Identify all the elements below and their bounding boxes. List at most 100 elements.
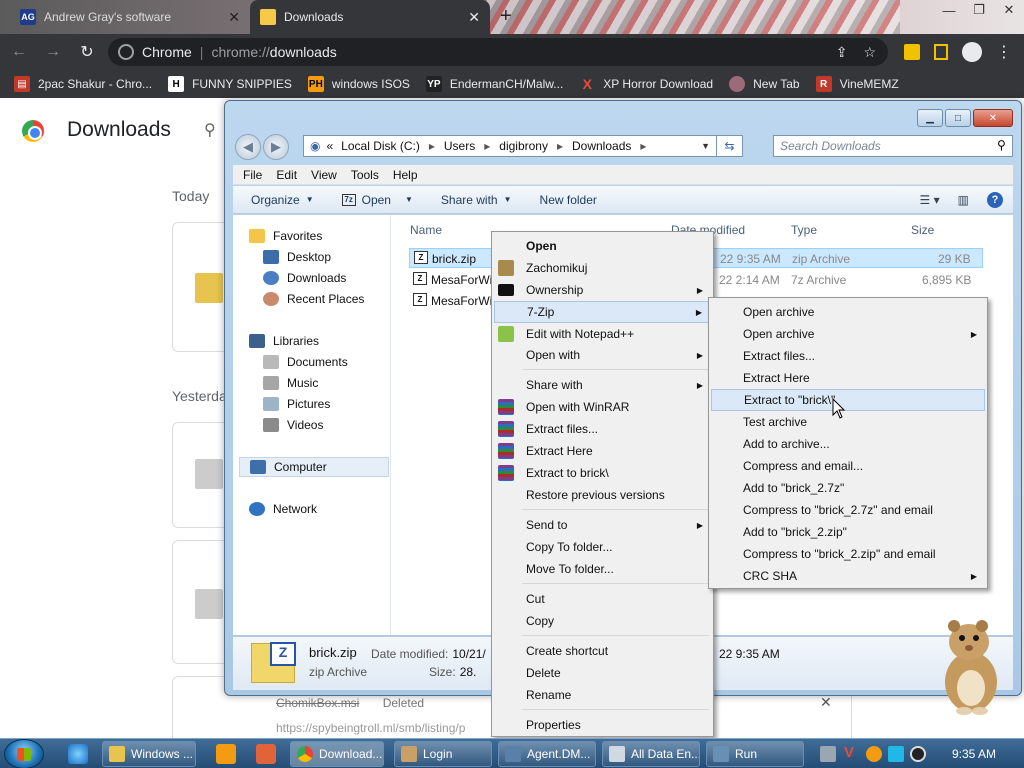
menu-item-share-with[interactable]: Share with ▶ [494,374,711,396]
refresh-icon[interactable]: ⇆ [716,136,742,156]
open-button[interactable]: 7z Open ▼ [341,193,413,207]
menu-help[interactable]: Help [393,168,418,182]
search-icon[interactable]: ⚲ [204,120,216,140]
close-icon[interactable]: ✕ [994,0,1024,20]
internet-explorer-icon[interactable] [68,744,88,764]
new-tab-icon[interactable]: + [500,5,512,28]
menu-edit[interactable]: Edit [276,168,297,182]
menu-item-ownership[interactable]: Ownership ▶ [494,279,711,301]
tray-record-icon[interactable] [910,746,926,762]
taskbar-all-data[interactable]: All Data En... [602,741,700,767]
menu-item-create-shortcut[interactable]: Create shortcut [494,640,711,662]
menu-item-winrar-extract-files[interactable]: Extract files... [494,418,711,440]
tab-close-icon[interactable]: ✕ [468,9,480,26]
nav-favorites[interactable]: Favorites [249,229,322,243]
nav-network[interactable]: Network [249,502,317,516]
minimize-icon[interactable]: ▁ [917,109,943,127]
nav-recent-places[interactable]: Recent Places [263,292,364,306]
column-header-size[interactable]: Size [911,223,934,237]
breadcrumb-downloads[interactable]: Downloads [572,139,631,153]
7z-open-archive[interactable]: Open archive [711,301,985,323]
nav-music[interactable]: Music [263,376,318,390]
back-arrow-icon[interactable]: ← [4,43,34,61]
menu-item-winrar-extract-here[interactable]: Extract Here [494,440,711,462]
nav-desktop[interactable]: Desktop [263,250,331,264]
new-folder-button[interactable]: New folder [540,193,597,207]
remove-download-icon[interactable]: ✕ [820,694,832,711]
help-icon[interactable]: ? [987,191,1003,208]
nav-pictures[interactable]: Pictures [263,397,330,411]
nav-videos[interactable]: Videos [263,418,323,432]
7z-extract-files[interactable]: Extract files... [711,345,985,367]
close-icon[interactable]: ✕ [973,109,1013,127]
menu-item-copy-to-folder[interactable]: Copy To folder... [494,536,711,558]
nav-libraries[interactable]: Libraries [249,334,319,348]
7z-extract-here[interactable]: Extract Here [711,367,985,389]
tray-app-icon[interactable] [820,746,836,762]
taskbar-run[interactable]: Run [706,741,804,767]
view-options-icon[interactable]: ☰ ▾ [920,193,940,207]
side-panel-icon[interactable] [934,44,948,60]
minimize-icon[interactable]: — [934,0,964,20]
menu-item-winrar-extract-to[interactable]: Extract to brick\ [494,462,711,484]
breadcrumb-arrow-icon[interactable]: ▸ [429,139,435,153]
taskbar-login[interactable]: Login [394,741,492,767]
taskbar-agent-dm[interactable]: Agent.DM... [498,741,596,767]
menu-item-delete[interactable]: Delete [494,662,711,684]
app-icon[interactable] [256,744,276,764]
forward-arrow-icon[interactable]: ▶ [263,134,289,160]
bookmark-funny-snippies[interactable]: H FUNNY SNIPPIES [168,76,292,92]
chevron-down-icon[interactable]: ▼ [701,141,710,151]
bookmark-vinememz[interactable]: R VineMEMZ [815,76,899,92]
menu-item-restore-previous-versions[interactable]: Restore previous versions [494,484,711,506]
column-header-type[interactable]: Type [791,223,817,237]
menu-item-open-with[interactable]: Open with ▶ [494,344,711,366]
taskbar-chrome-downloads[interactable]: Download... [290,741,384,767]
7z-compress-zip-email[interactable]: Compress to "brick_2.zip" and email [711,543,985,565]
bookmark-new-tab[interactable]: New Tab [729,76,800,92]
tray-search-icon[interactable] [866,746,882,762]
menu-item-copy[interactable]: Copy [494,610,711,632]
search-input[interactable]: Search Downloads [773,135,1013,157]
nav-documents[interactable]: Documents [263,355,348,369]
bookmark-star-icon[interactable]: ☆ [863,44,876,61]
menu-view[interactable]: View [311,168,337,182]
preview-pane-icon[interactable]: ▥ [958,193,969,207]
7z-compress-and-email[interactable]: Compress and email... [711,455,985,477]
download-url[interactable]: https://spybeingtroll.ml/smb/listing/p [276,721,465,735]
profile-avatar-icon[interactable] [962,42,982,62]
7z-test-archive[interactable]: Test archive [711,411,985,433]
forward-arrow-icon[interactable]: → [38,43,68,61]
bookmark-endermanch[interactable]: YP EndermanCH/Malw... [425,76,563,92]
menu-tools[interactable]: Tools [351,168,379,182]
breadcrumb-arrow-icon[interactable]: ▸ [557,139,563,153]
menu-file[interactable]: File [243,168,262,182]
share-icon[interactable]: ⇪ [836,44,848,61]
organize-button[interactable]: Organize ▼ [251,193,314,207]
media-player-icon[interactable] [216,744,236,764]
breadcrumb-local-disk[interactable]: Local Disk (C:) [341,139,420,153]
7z-add-to-zip[interactable]: Add to "brick_2.zip" [711,521,985,543]
menu-item-zachomikuj[interactable]: Zachomikuj [494,257,711,279]
tray-v-icon[interactable]: V [844,744,860,761]
more-menu-icon[interactable]: ⋮ [996,42,1012,62]
7z-compress-7z-email[interactable]: Compress to "brick_2.7z" and email [711,499,985,521]
7z-extract-to-brick[interactable]: Extract to "brick\" [711,389,985,411]
share-with-button[interactable]: Share with ▼ [441,193,512,207]
tab-andrew-gray[interactable]: AG Andrew Gray's software ✕ [10,0,250,34]
menu-item-open[interactable]: Open [494,235,711,257]
tab-close-icon[interactable]: ✕ [228,9,240,26]
menu-item-move-to-folder[interactable]: Move To folder... [494,558,711,580]
address-bar[interactable]: ◉ « Local Disk (C:) ▸ Users ▸ digibrony … [303,135,743,157]
menu-item-notepad-plus-plus[interactable]: Edit with Notepad++ [494,323,711,345]
7z-crc-sha[interactable]: CRC SHA ▶ [711,565,985,587]
omnibox[interactable]: Chrome | chrome:// downloads ⇪ ☆ [108,38,888,66]
restore-icon[interactable]: ❐ [964,0,994,20]
tray-monitor-icon[interactable] [888,746,904,762]
start-button[interactable] [4,739,44,768]
maximize-icon[interactable]: □ [945,109,971,127]
bookmark-2pac[interactable]: ▤ 2pac Shakur - Chro... [14,76,152,92]
breadcrumb-arrow-icon[interactable]: ▸ [484,139,490,153]
menu-item-rename[interactable]: Rename [494,684,711,706]
breadcrumb-arrow-icon[interactable]: ▸ [640,139,646,153]
